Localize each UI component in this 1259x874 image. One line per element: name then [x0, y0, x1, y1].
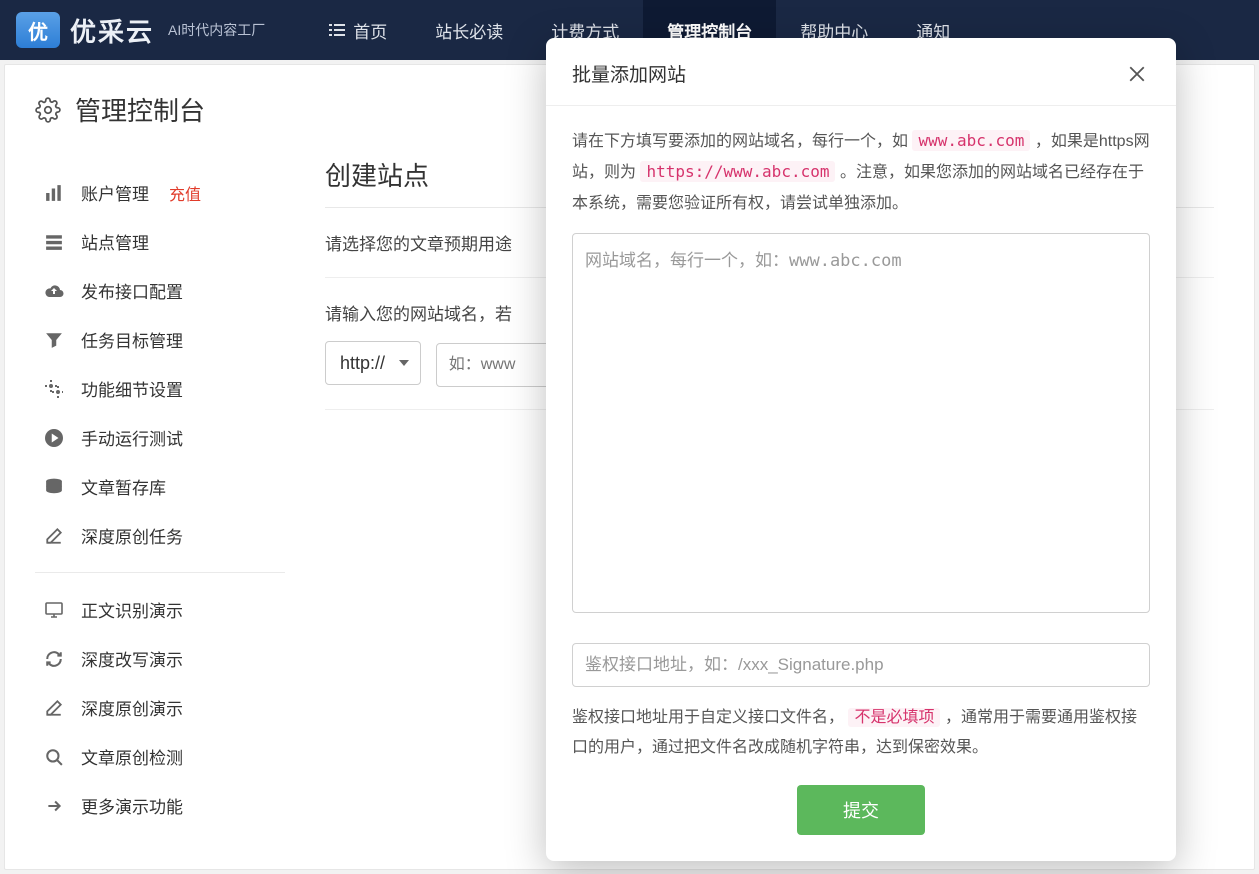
sidebar-item-label: 深度改写演示: [81, 646, 183, 671]
close-icon[interactable]: [1124, 61, 1150, 87]
sidebar: 账户管理 充值 站点管理 发布接口配置 任务目标管理: [15, 146, 295, 852]
modal-title: 批量添加网站: [572, 60, 686, 87]
sidebar-item-label: 站点管理: [81, 229, 149, 254]
nav-home[interactable]: 首页: [305, 0, 411, 60]
modal-body: 请在下方填写要添加的网站域名，每行一个，如 www.abc.com ，如果是ht…: [546, 106, 1176, 861]
chart-icon: [43, 182, 65, 204]
modal-note-text: 鉴权接口地址用于自定义接口文件名，: [572, 709, 844, 726]
modal-note: 鉴权接口地址用于自定义接口文件名， 不是必填项 ，通常用于需要通用鉴权接口的用户…: [572, 703, 1150, 764]
rows-icon: [43, 231, 65, 253]
brand-tagline: AI时代内容工厂: [168, 20, 265, 40]
modal-batch-add: 批量添加网站 请在下方填写要添加的网站域名，每行一个，如 www.abc.com…: [546, 38, 1176, 861]
brand: 优 优采云 AI时代内容工厂: [16, 12, 265, 49]
sidebar-item-label: 账户管理: [81, 180, 149, 205]
sidebar-item-demo-check[interactable]: 文章原创检测: [35, 732, 285, 781]
sidebar-item-demo-original[interactable]: 深度原创演示: [35, 683, 285, 732]
sidebar-item-label: 文章暂存库: [81, 474, 166, 499]
nav-webmaster[interactable]: 站长必读: [411, 0, 527, 60]
modal-code-sample: www.abc.com: [912, 130, 1030, 151]
sidebar-item-label: 手动运行测试: [81, 425, 183, 450]
sidebar-item-publish[interactable]: 发布接口配置: [35, 266, 285, 315]
sidebar-item-label: 文章原创检测: [81, 744, 183, 769]
sidebar-item-label: 更多演示功能: [81, 793, 183, 818]
sidebar-item-label: 任务目标管理: [81, 327, 183, 352]
brand-logo: 优: [16, 12, 60, 48]
play-circle-icon: [43, 427, 65, 449]
modal-description: 请在下方填写要添加的网站域名，每行一个，如 www.abc.com ，如果是ht…: [572, 126, 1150, 219]
sidebar-group-2: 正文识别演示 深度改写演示 深度原创演示 文章原创检测: [35, 573, 285, 842]
edit-icon: [43, 525, 65, 547]
sidebar-item-demo-more[interactable]: 更多演示功能: [35, 781, 285, 830]
brand-name: 优采云: [70, 12, 154, 49]
recharge-badge: 充值: [169, 181, 201, 205]
sidebar-item-demo-rewrite[interactable]: 深度改写演示: [35, 634, 285, 683]
sidebar-item-label: 深度原创演示: [81, 695, 183, 720]
cloud-upload-icon: [43, 280, 65, 302]
modal-code-sample: https://www.abc.com: [640, 161, 835, 182]
sidebar-item-label: 功能细节设置: [81, 376, 183, 401]
gear-icon: [35, 97, 61, 123]
sidebar-item-account[interactable]: 账户管理 充值: [35, 168, 285, 217]
cogs-icon: [43, 378, 65, 400]
filter-icon: [43, 329, 65, 351]
auth-url-input[interactable]: [572, 643, 1150, 687]
share-icon: [43, 795, 65, 817]
nav-label: 首页: [353, 18, 387, 43]
submit-button[interactable]: 提交: [797, 785, 925, 835]
protocol-select[interactable]: http://: [325, 341, 421, 385]
sidebar-item-settings[interactable]: 功能细节设置: [35, 364, 285, 413]
sidebar-item-sites[interactable]: 站点管理: [35, 217, 285, 266]
modal-note-warn: 不是必填项: [848, 708, 940, 727]
edit-icon: [43, 697, 65, 719]
list-icon: [329, 22, 345, 38]
nav-label: 站长必读: [435, 18, 503, 43]
sidebar-item-run[interactable]: 手动运行测试: [35, 413, 285, 462]
modal-desc-text: 请在下方填写要添加的网站域名，每行一个，如: [572, 133, 912, 150]
sidebar-group-1: 账户管理 充值 站点管理 发布接口配置 任务目标管理: [35, 156, 285, 573]
monitor-icon: [43, 599, 65, 621]
sidebar-item-storage[interactable]: 文章暂存库: [35, 462, 285, 511]
sidebar-item-label: 深度原创任务: [81, 523, 183, 548]
modal-header: 批量添加网站: [546, 38, 1176, 106]
page-title: 管理控制台: [75, 91, 205, 128]
sidebar-item-demo-extract[interactable]: 正文识别演示: [35, 585, 285, 634]
sidebar-item-label: 发布接口配置: [81, 278, 183, 303]
sidebar-item-deep-task[interactable]: 深度原创任务: [35, 511, 285, 560]
search-icon: [43, 746, 65, 768]
database-icon: [43, 476, 65, 498]
domains-textarea[interactable]: [572, 233, 1150, 613]
sidebar-item-tasks[interactable]: 任务目标管理: [35, 315, 285, 364]
refresh-icon: [43, 648, 65, 670]
sidebar-item-label: 正文识别演示: [81, 597, 183, 622]
